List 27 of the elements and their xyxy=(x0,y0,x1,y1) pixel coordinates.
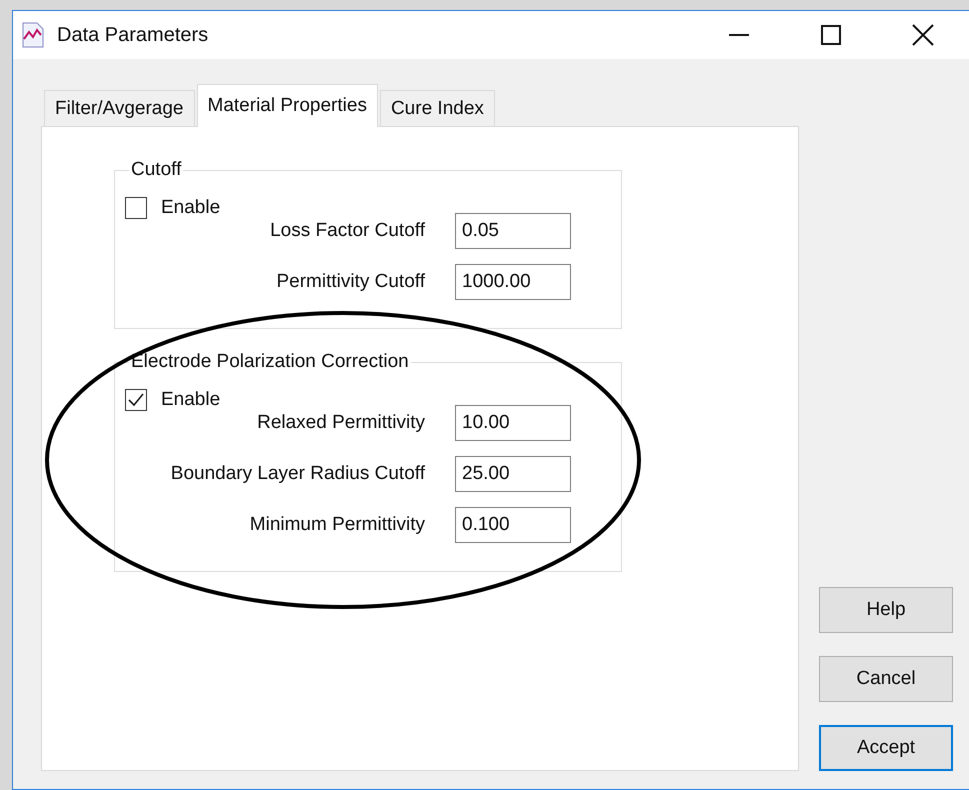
input-field[interactable]: 25.00 xyxy=(455,456,571,492)
field-label: Minimum Permittivity xyxy=(248,514,425,536)
field-label: Relaxed Permittivity xyxy=(256,412,425,434)
dialog-button[interactable]: Help xyxy=(819,587,953,633)
input-field[interactable]: 0.05 xyxy=(455,213,571,249)
field-label: Boundary Layer Radius Cutoff xyxy=(170,463,425,485)
field-label: Permittivity Cutoff xyxy=(275,271,425,293)
dialog-button[interactable]: Accept xyxy=(819,725,953,771)
input-field[interactable]: 10.00 xyxy=(455,405,571,441)
check-icon xyxy=(128,393,144,407)
checkbox[interactable] xyxy=(125,197,147,219)
checkbox[interactable] xyxy=(125,389,147,411)
minimize-icon xyxy=(729,34,749,36)
chart-icon xyxy=(21,22,45,48)
maximize-icon xyxy=(821,25,841,45)
tab[interactable]: Material Properties xyxy=(196,84,378,127)
group-title: Cutoff xyxy=(130,159,182,181)
input-field[interactable]: 1000.00 xyxy=(455,264,571,300)
tab[interactable]: Filter/Avgerage xyxy=(44,90,194,126)
field-label: Loss Factor Cutoff xyxy=(269,220,425,242)
checkbox-label: Enable xyxy=(161,389,220,411)
window-title: Data Parameters xyxy=(57,24,210,46)
checkbox-label: Enable xyxy=(161,197,220,219)
input-field[interactable]: 0.100 xyxy=(455,507,571,543)
tab[interactable]: Cure Index xyxy=(380,90,495,126)
dialog-button[interactable]: Cancel xyxy=(819,656,953,702)
close-icon xyxy=(912,24,934,46)
